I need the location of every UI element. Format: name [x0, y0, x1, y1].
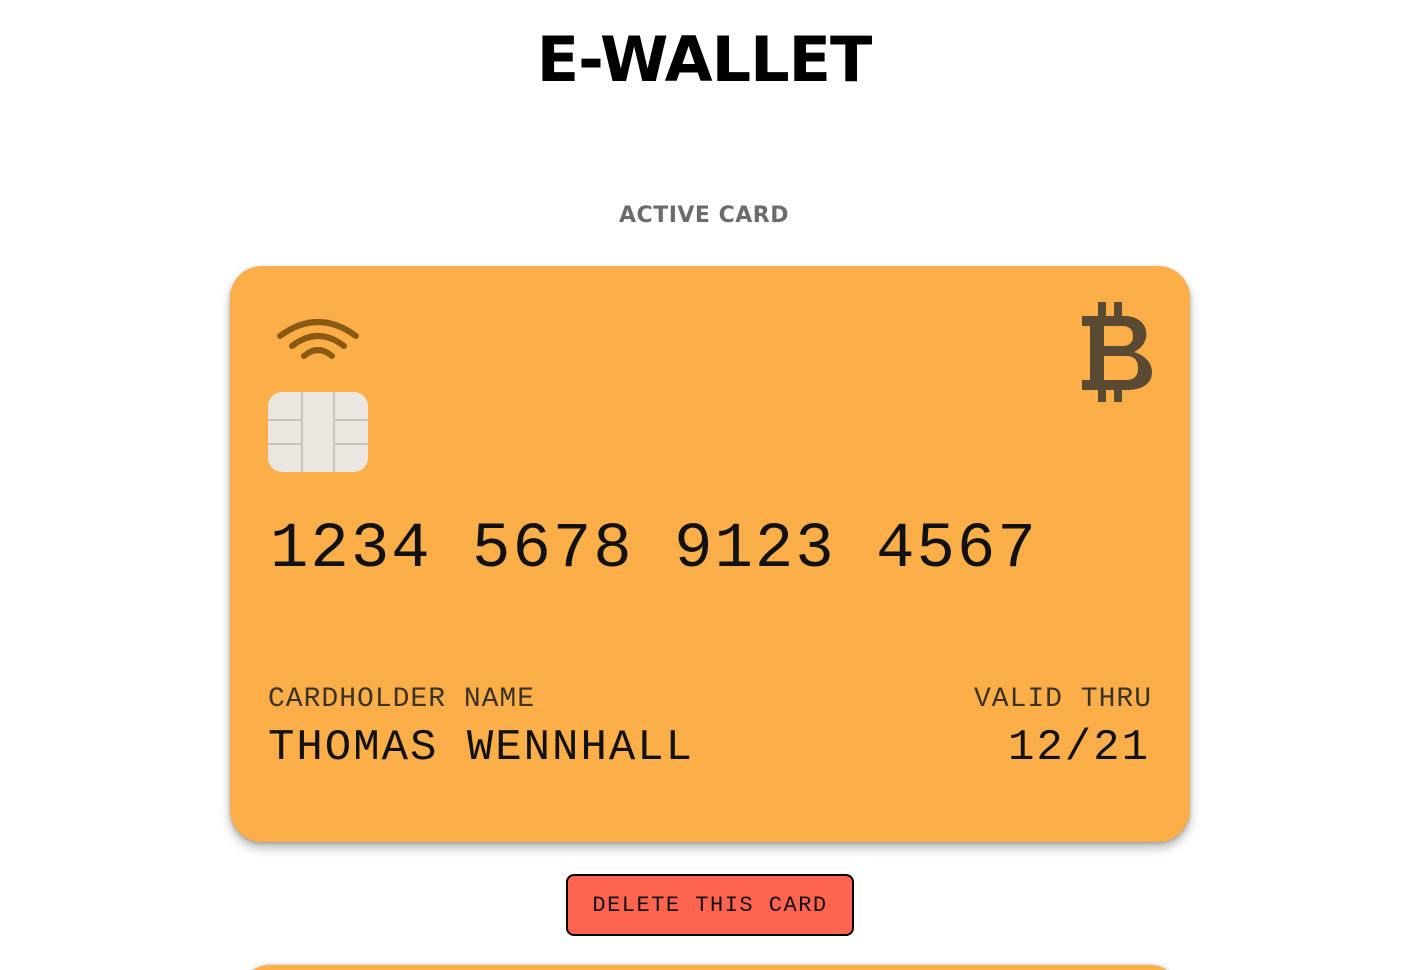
valid-thru-date: 12/21: [1007, 723, 1150, 773]
active-card-heading: ACTIVE CARD: [619, 203, 789, 228]
page-title: E-WALLET: [536, 23, 873, 96]
next-card-preview[interactable]: [240, 965, 1180, 970]
contactless-icon: [277, 319, 359, 359]
card-number: 1234 5678 9123 4567: [270, 514, 1038, 586]
chip-icon: [268, 392, 368, 472]
valid-thru-label: VALID THRU: [973, 684, 1152, 715]
active-card[interactable]: 1234 5678 9123 4567 CARDHOLDER NAME VALI…: [230, 266, 1190, 842]
cardholder-label: CARDHOLDER NAME: [268, 684, 536, 715]
cardholder-name: THOMAS WENNHALL: [268, 723, 695, 773]
delete-card-button[interactable]: DELETE THIS CARD: [566, 874, 854, 936]
bitcoin-icon: [1082, 302, 1152, 402]
